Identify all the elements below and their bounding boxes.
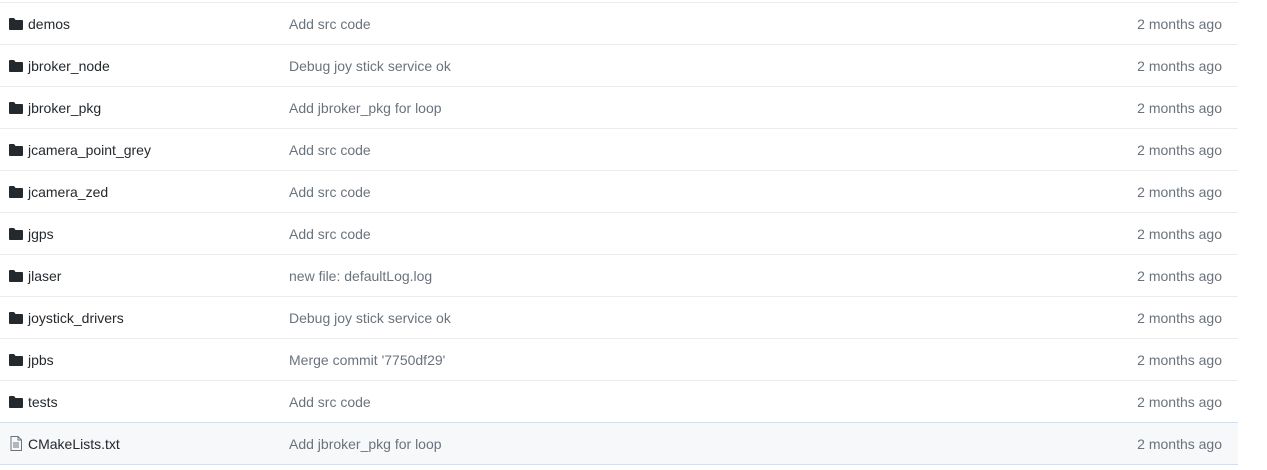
file-name-link[interactable]: CMakeLists.txt bbox=[28, 436, 120, 452]
commit-age: 2 months ago bbox=[1137, 225, 1222, 242]
file-row[interactable]: jgps Add src code 2 months ago bbox=[0, 213, 1238, 255]
file-row[interactable]: CMakeLists.txt Add jbroker_pkg for loop 2 … bbox=[0, 422, 1238, 465]
file-row[interactable]: tests Add src code 2 months ago bbox=[0, 381, 1238, 423]
commit-age: 2 months ago bbox=[1137, 435, 1222, 452]
file-name-link[interactable]: jgps bbox=[28, 226, 54, 242]
file-row[interactable]: jcamera_point_grey Add src code 2 months a… bbox=[0, 129, 1238, 171]
folder-icon bbox=[8, 58, 23, 73]
file-row[interactable]: demos Add src code 2 months ago bbox=[0, 3, 1238, 45]
commit-message-link[interactable]: Add src code bbox=[289, 16, 371, 32]
folder-icon bbox=[8, 310, 23, 325]
folder-icon bbox=[8, 226, 23, 241]
file-text-icon bbox=[8, 436, 23, 451]
file-name-link[interactable]: jbroker_node bbox=[28, 58, 110, 74]
file-name-link[interactable]: tests bbox=[28, 394, 58, 410]
folder-icon bbox=[8, 16, 23, 31]
file-row[interactable]: joystick_drivers Debug joy stick service … bbox=[0, 297, 1238, 339]
file-row[interactable]: jpbs Merge commit '7750df29' 2 months ago bbox=[0, 339, 1238, 381]
folder-icon bbox=[8, 142, 23, 157]
folder-icon bbox=[8, 184, 23, 199]
commit-age: 2 months ago bbox=[1137, 15, 1222, 32]
commit-message-link[interactable]: Add jbroker_pkg for loop bbox=[289, 100, 442, 116]
commit-age: 2 months ago bbox=[1137, 309, 1222, 326]
file-row[interactable]: jlaser new file: defaultLog.log 2 months a… bbox=[0, 255, 1238, 297]
commit-message-link[interactable]: Add src code bbox=[289, 184, 371, 200]
file-name-link[interactable]: jcamera_point_grey bbox=[28, 142, 151, 158]
commit-message-link[interactable]: Debug joy stick service ok bbox=[289, 310, 451, 326]
file-name-link[interactable]: demos bbox=[28, 16, 70, 32]
commit-message-link[interactable]: Add src code bbox=[289, 394, 371, 410]
file-row[interactable]: jcamera_zed Add src code 2 months ago bbox=[0, 171, 1238, 213]
folder-icon bbox=[8, 100, 23, 115]
commit-message-link[interactable]: Merge commit '7750df29' bbox=[289, 352, 445, 368]
file-name-link[interactable]: jcamera_zed bbox=[28, 184, 108, 200]
file-name-link[interactable]: jlaser bbox=[28, 268, 61, 284]
file-row[interactable]: jbroker_node Debug joy stick service ok 2 … bbox=[0, 45, 1238, 87]
commit-message-link[interactable]: new file: defaultLog.log bbox=[289, 268, 432, 284]
file-row[interactable]: jbroker_pkg Add jbroker_pkg for loop 2 mon… bbox=[0, 87, 1238, 129]
commit-age: 2 months ago bbox=[1137, 57, 1222, 74]
commit-message-link[interactable]: Add src code bbox=[289, 226, 371, 242]
commit-age: 2 months ago bbox=[1137, 141, 1222, 158]
commit-age: 2 months ago bbox=[1137, 393, 1222, 410]
commit-age: 2 months ago bbox=[1137, 99, 1222, 116]
file-name-link[interactable]: jpbs bbox=[28, 352, 54, 368]
file-name-link[interactable]: joystick_drivers bbox=[28, 310, 124, 326]
file-name-link[interactable]: jbroker_pkg bbox=[28, 100, 101, 116]
folder-icon bbox=[8, 352, 23, 367]
folder-icon bbox=[8, 394, 23, 409]
commit-age: 2 months ago bbox=[1137, 351, 1222, 368]
file-list: demos Add src code 2 months ago jbroker_nod… bbox=[0, 2, 1238, 465]
commit-age: 2 months ago bbox=[1137, 183, 1222, 200]
commit-age: 2 months ago bbox=[1137, 267, 1222, 284]
commit-message-link[interactable]: Add src code bbox=[289, 142, 371, 158]
folder-icon bbox=[8, 268, 23, 283]
commit-message-link[interactable]: Add jbroker_pkg for loop bbox=[289, 436, 442, 452]
commit-message-link[interactable]: Debug joy stick service ok bbox=[289, 58, 451, 74]
